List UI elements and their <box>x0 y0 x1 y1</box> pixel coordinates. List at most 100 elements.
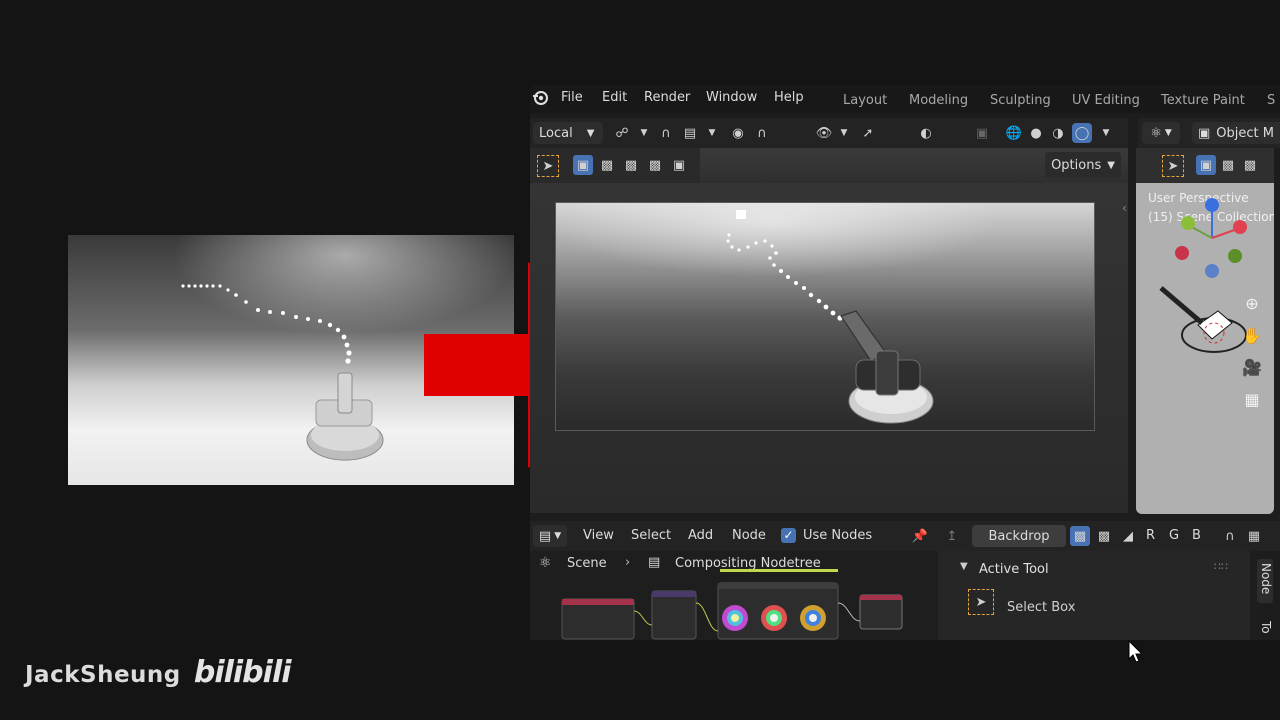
object-mode-dropdown[interactable]: ▣ Object M <box>1192 122 1280 144</box>
snap-magnet-icon[interactable]: ∩ <box>1220 526 1240 546</box>
zoom-icon[interactable]: ⊕ <box>1242 293 1262 313</box>
use-nodes-label: Use Nodes <box>803 528 873 543</box>
select-new-icon[interactable]: ▣ <box>573 155 593 175</box>
pin-icon[interactable]: 📌 <box>910 526 930 546</box>
solid-shading-icon[interactable]: ● <box>1026 123 1046 143</box>
chevron-left-icon[interactable]: ‹ <box>1122 201 1127 215</box>
select-tool-icon[interactable]: ➤ <box>537 155 559 177</box>
side-viewport-header: ⚛ ▼ ▣ Object M <box>1138 118 1280 148</box>
menu-edit[interactable]: Edit <box>602 90 627 105</box>
select-box-tool-label: Select Box <box>1007 600 1076 615</box>
workspace-tab-more[interactable]: S <box>1267 93 1275 108</box>
chevron-down-icon[interactable]: ▼ <box>834 123 854 143</box>
gizmo-toggle-icon[interactable]: ➚ <box>858 123 878 143</box>
chevron-down-icon: ▼ <box>1107 159 1115 171</box>
select-invert-icon[interactable]: ▩ <box>645 155 665 175</box>
channel-g[interactable]: G <box>1169 528 1179 543</box>
active-tool-panel-title[interactable]: Active Tool <box>979 562 1049 577</box>
chevron-down-icon: ▼ <box>586 127 595 139</box>
channel-b[interactable]: B <box>1192 528 1201 543</box>
editor-type-dropdown[interactable]: ⚛ ▼ <box>1142 122 1180 144</box>
chevron-down-icon[interactable]: ▼ <box>634 123 654 143</box>
camera-view-icon[interactable]: 🎥 <box>1242 357 1262 377</box>
node-graph[interactable] <box>530 551 938 640</box>
sidebar-tabs: Node To <box>1250 551 1280 640</box>
transform-orientation-label: Local <box>539 125 573 141</box>
menu-render[interactable]: Render <box>644 90 690 105</box>
rendered-shading-icon[interactable]: ◯ <box>1072 123 1092 143</box>
side-tool-row: ➤ ▣ ▩ ▩ <box>1136 148 1274 183</box>
material-preview-icon[interactable]: ◑ <box>1048 123 1068 143</box>
node-menu-add[interactable]: Add <box>688 528 713 543</box>
workspace-tab-layout[interactable]: Layout <box>843 93 887 108</box>
backdrop-color-icon[interactable]: ▩ <box>1094 526 1114 546</box>
select-extend-icon[interactable]: ▩ <box>1218 155 1238 175</box>
pan-hand-icon[interactable]: ✋ <box>1242 325 1262 345</box>
parent-node-tree-icon[interactable]: ↥ <box>942 526 962 546</box>
chevron-down-icon[interactable]: ▼ <box>702 123 722 143</box>
chevron-down-icon[interactable]: ▼ <box>1096 123 1116 143</box>
select-extend-icon[interactable]: ▩ <box>597 155 617 175</box>
backdrop-toggle[interactable]: Backdrop <box>972 525 1066 547</box>
sidebar-tab-tool-label[interactable]: To <box>1259 621 1273 634</box>
backdrop-label: Backdrop <box>988 528 1050 544</box>
proportional-edit-icon[interactable]: ◉ <box>728 123 748 143</box>
select-subtract-icon[interactable]: ▩ <box>621 155 641 175</box>
select-tool-icon[interactable]: ➤ <box>1162 155 1184 177</box>
xray-toggle-icon[interactable]: ▣ <box>972 123 992 143</box>
select-intersect-icon[interactable]: ▣ <box>669 155 689 175</box>
channel-r[interactable]: R <box>1146 528 1155 543</box>
watermark-author: JackSheung <box>25 662 181 688</box>
object-mode-icon: ▣ <box>1198 125 1211 141</box>
wireframe-shading-icon[interactable]: 🌐 <box>1004 123 1024 143</box>
options-label: Options <box>1051 157 1102 173</box>
select-box-tool-icon[interactable]: ➤ <box>968 589 994 615</box>
sidebar-tab-node-label: Node <box>1259 563 1273 595</box>
select-new-icon[interactable]: ▣ <box>1196 155 1216 175</box>
side-3d-viewport[interactable]: User Perspective (15) Scene Collection ⊕… <box>1136 183 1274 514</box>
snap-grid-icon[interactable]: ▦ <box>1244 526 1264 546</box>
node-editor-header: ▤ ▼ View Select Add Node ✓ Use Nodes 📌 ↥… <box>530 521 1280 551</box>
options-dropdown[interactable]: Options ▼ <box>1045 152 1121 178</box>
workspace-tab-sculpting[interactable]: Sculpting <box>990 93 1051 108</box>
compositor-icon: ▤ <box>538 528 552 544</box>
watermark: JackSheung bilibili <box>25 655 292 690</box>
use-nodes-checkbox[interactable]: ✓ <box>781 528 796 543</box>
transform-orientation-dropdown[interactable]: Local ▼ <box>533 122 603 144</box>
viewport-header: Local ▼ ☍ ▼ ∩ ▤ ▼ ◉ ∩ 👁 ▼ ➚ ◐ ▣ 🌐 ● ◑ ◯ … <box>530 118 1128 148</box>
backdrop-alpha-icon[interactable]: ◢ <box>1118 526 1138 546</box>
workspace-tab-uv-editing[interactable]: UV Editing <box>1072 93 1140 108</box>
backdrop-color-alpha-icon[interactable]: ▩ <box>1070 526 1090 546</box>
ortho-grid-icon[interactable]: ▦ <box>1242 389 1262 409</box>
menu-help[interactable]: Help <box>774 90 804 105</box>
pivot-link-icon[interactable]: ☍ <box>612 123 632 143</box>
render-scene-viewport <box>726 210 934 424</box>
workspace-tab-texture-paint[interactable]: Texture Paint <box>1161 93 1245 108</box>
chevron-down-icon: ▼ <box>554 531 562 541</box>
visibility-eye-icon[interactable]: 👁 <box>814 123 834 143</box>
node-menu-view[interactable]: View <box>583 528 614 543</box>
blender-window: File Edit Render Window Help Layout Mode… <box>530 85 1280 640</box>
sidebar-tab-node[interactable]: Node <box>1257 559 1273 603</box>
editor-type-dropdown[interactable]: ▤ ▼ <box>533 525 567 547</box>
select-subtract-icon[interactable]: ▩ <box>1240 155 1260 175</box>
blender-logo-icon[interactable] <box>532 90 548 110</box>
node-menu-select[interactable]: Select <box>631 528 671 543</box>
menu-window[interactable]: Window <box>706 90 757 105</box>
editor-type-icon: ⚛ <box>1150 125 1162 141</box>
panel-drag-handle-icon[interactable]: ∷∷ <box>1214 560 1228 573</box>
camera-render-frame[interactable] <box>555 202 1095 431</box>
chevron-down-icon[interactable]: ▼ <box>960 561 968 572</box>
falloff-curve-icon[interactable]: ∩ <box>752 123 772 143</box>
top-menu-bar: File Edit Render Window Help Layout Mode… <box>530 85 1280 113</box>
snap-magnet-icon[interactable]: ∩ <box>656 123 676 143</box>
navigation-gizmo[interactable] <box>1136 183 1274 514</box>
mouse-cursor-icon <box>1128 640 1144 663</box>
node-menu-node[interactable]: Node <box>732 528 766 543</box>
overlays-icon[interactable]: ◐ <box>916 123 936 143</box>
menu-file[interactable]: File <box>561 90 583 105</box>
node-editor-canvas[interactable]: ⚛ Scene › ▤ Compositing Nodetree <box>530 551 938 640</box>
workspace-tab-modeling[interactable]: Modeling <box>909 93 968 108</box>
object-mode-label: Object M <box>1216 125 1274 141</box>
snap-increment-icon[interactable]: ▤ <box>680 123 700 143</box>
